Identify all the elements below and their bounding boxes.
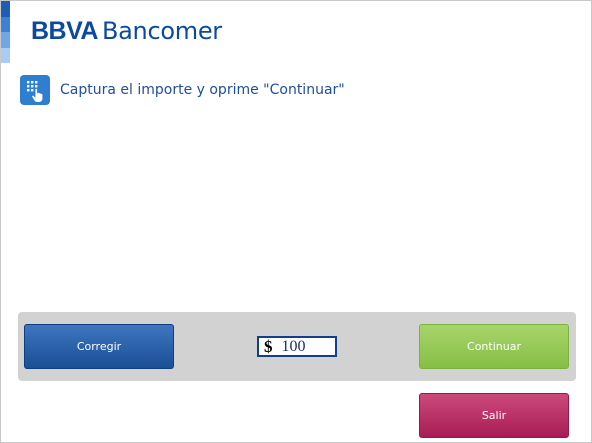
bank-logo: BBVA Bancomer <box>31 17 222 49</box>
amount-field[interactable]: $ 100 <box>257 336 337 357</box>
corregir-button[interactable]: Corregir <box>24 324 174 369</box>
logo-brand: BBVA <box>31 17 98 45</box>
stripe-band-3 <box>1 32 10 48</box>
amount-value: 100 <box>281 337 306 355</box>
continuar-button[interactable]: Continuar <box>419 324 569 369</box>
logo-name: Bancomer <box>101 17 222 45</box>
continuar-label: Continuar <box>467 340 521 353</box>
stripe-band-4 <box>1 47 10 63</box>
instruction-text: Captura el importe y oprime "Continuar" <box>60 82 345 98</box>
currency-symbol: $ <box>264 337 273 356</box>
salir-label: Salir <box>481 409 507 422</box>
stripe-band-1 <box>1 1 10 17</box>
instruction-row: Captura el importe y oprime "Continuar" <box>20 75 345 105</box>
atm-screen: BBVA Bancomer Captura el importe y oprim… <box>0 0 592 443</box>
brand-stripe <box>1 1 10 63</box>
stripe-band-2 <box>1 16 10 32</box>
salir-button[interactable]: Salir <box>419 393 569 438</box>
keypad-hand-icon <box>20 75 50 105</box>
corregir-label: Corregir <box>76 340 122 353</box>
